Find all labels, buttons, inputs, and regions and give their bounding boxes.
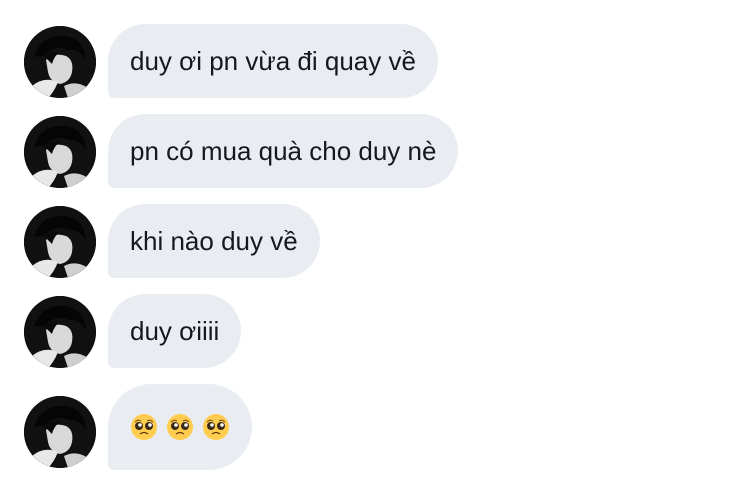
avatar[interactable] (24, 396, 96, 468)
message-bubble[interactable]: pn có mua quà cho duy nè (108, 114, 459, 188)
message-bubble[interactable]: khi nào duy về (108, 204, 320, 278)
avatar[interactable] (24, 26, 96, 98)
avatar[interactable] (24, 206, 96, 278)
avatar-photo-icon (24, 396, 96, 468)
avatar[interactable] (24, 296, 96, 368)
avatar-photo-icon (24, 206, 96, 278)
message-row (0, 382, 750, 472)
message-text: pn có mua quà cho duy nè (130, 136, 437, 166)
avatar-photo-icon (24, 296, 96, 368)
message-row: duy ơiiii (0, 292, 750, 368)
message-row: pn có mua quà cho duy nè (0, 112, 750, 188)
message-bubble[interactable]: duy ơi pn vừa đi quay về (108, 24, 438, 98)
message-text: duy ơi pn vừa đi quay về (130, 46, 416, 76)
message-text: khi nào duy về (130, 226, 298, 256)
emoji-group (130, 413, 230, 441)
pleading-face-icon (131, 414, 157, 440)
message-row: duy ơi pn vừa đi quay về (0, 22, 750, 98)
avatar-photo-icon (24, 26, 96, 98)
pleading-face-icon (167, 414, 193, 440)
pleading-face-icon (203, 414, 229, 440)
avatar-photo-icon (24, 116, 96, 188)
message-row: khi nào duy về (0, 202, 750, 278)
message-bubble[interactable]: duy ơiiii (108, 294, 242, 368)
message-text: duy ơiiii (130, 316, 220, 346)
message-bubble[interactable] (108, 384, 252, 470)
avatar[interactable] (24, 116, 96, 188)
